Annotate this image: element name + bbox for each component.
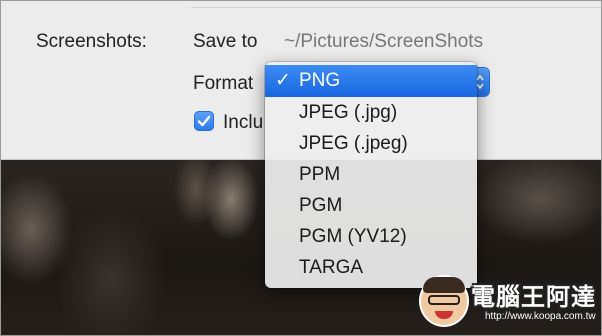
menu-item-jpeg-jpeg[interactable]: JPEG (.jpeg): [265, 128, 477, 159]
menu-item-label: PGM: [299, 195, 343, 216]
checkmark-icon: [197, 115, 211, 127]
include-checkbox[interactable]: [194, 111, 214, 131]
watermark-title: 電腦王阿達: [471, 284, 596, 311]
divider: [191, 7, 601, 8]
menu-item-pgm[interactable]: PGM: [265, 190, 477, 221]
menu-item-ppm[interactable]: PPM: [265, 159, 477, 190]
site-watermark: 電腦王阿達 http://www.koopa.com.tw: [419, 271, 599, 333]
menu-item-jpeg-jpg[interactable]: JPEG (.jpg): [265, 97, 477, 128]
format-label: Format: [193, 73, 254, 94]
format-dropdown-menu[interactable]: ✓ PNG JPEG (.jpg) JPEG (.jpeg) PPM PGM P…: [265, 62, 477, 288]
menu-item-png[interactable]: ✓ PNG: [265, 65, 477, 97]
watermark-url: http://www.koopa.com.tw: [485, 311, 596, 322]
include-label: Inclu: [223, 112, 264, 133]
menu-item-label: JPEG (.jpg): [299, 102, 398, 123]
menu-item-pgm-yv12[interactable]: PGM (YV12): [265, 221, 477, 252]
mascot-logo-icon: [419, 275, 469, 327]
menu-item-label: PNG: [299, 70, 341, 91]
menu-item-label: JPEG (.jpeg): [299, 133, 408, 154]
checkmark-icon: ✓: [275, 70, 291, 91]
menu-item-label: PPM: [299, 164, 341, 185]
save-to-label: Save to: [193, 31, 258, 52]
menu-item-label: TARGA: [299, 257, 364, 278]
screenshot-frame: Screenshots: Save to ~/Pictures/ScreenSh…: [0, 0, 602, 336]
save-to-path-value[interactable]: ~/Pictures/ScreenShots: [284, 31, 483, 53]
screenshots-section-label: Screenshots:: [36, 31, 147, 52]
menu-item-label: PGM (YV12): [299, 226, 407, 247]
